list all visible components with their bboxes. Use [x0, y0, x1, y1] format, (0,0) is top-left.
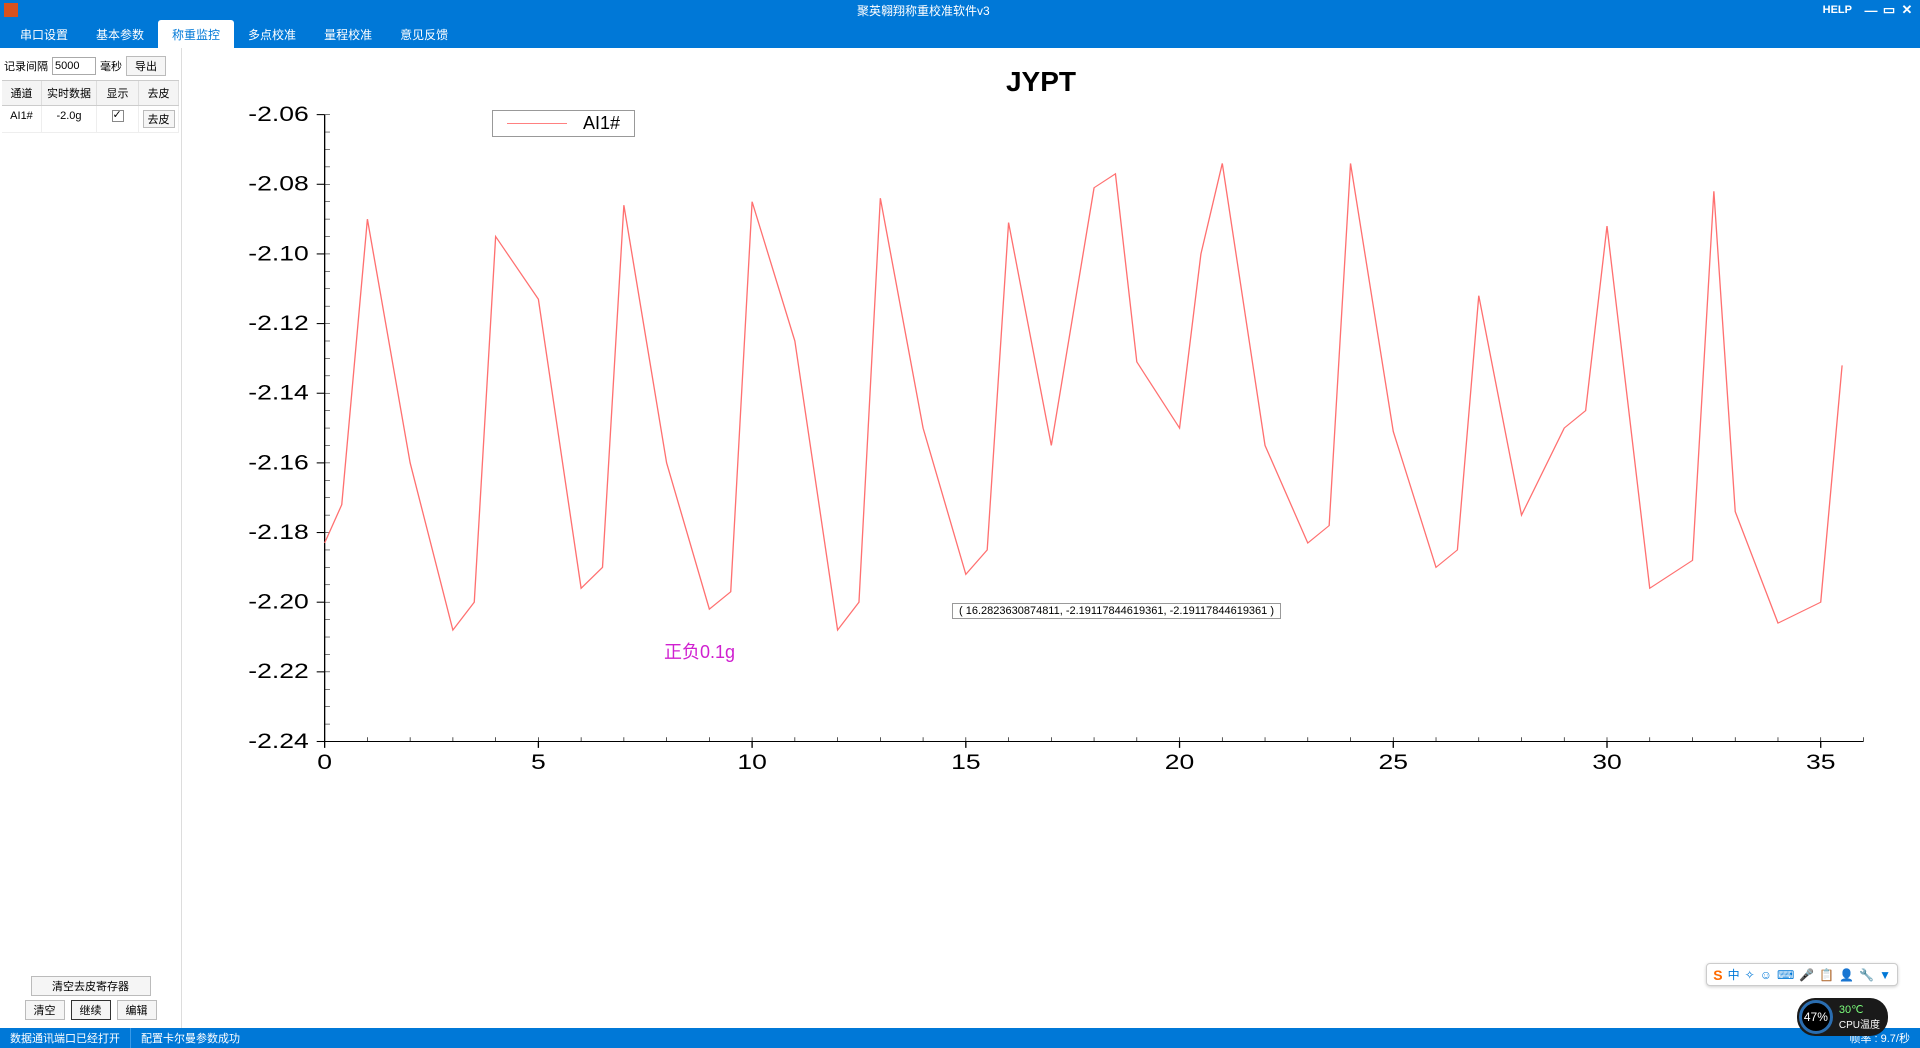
ime-emoji-icon[interactable]: ☺: [1760, 968, 1772, 982]
status-port: 数据通讯端口已经打开: [0, 1030, 130, 1046]
svg-text:-2.14: -2.14: [248, 381, 308, 405]
legend-line-icon: [507, 123, 567, 124]
main-tabs: 串口设置 基本参数 称重监控 多点校准 量程校准 意见反馈: [0, 20, 1920, 48]
svg-text:30: 30: [1592, 751, 1621, 775]
svg-text:0: 0: [317, 751, 332, 775]
svg-text:-2.18: -2.18: [248, 520, 308, 544]
tab-multipoint[interactable]: 多点校准: [234, 20, 310, 48]
line-chart[interactable]: -2.06 -2.08 -2.10 -2.12 -2.14 -2.16 -2.18 -2.20…: [192, 104, 1890, 784]
svg-text:-2.24: -2.24: [248, 729, 308, 753]
system-gauge[interactable]: 47% 30℃ CPU温度: [1797, 998, 1888, 1036]
svg-text:-2.22: -2.22: [248, 660, 308, 684]
svg-text:-2.06: -2.06: [248, 104, 308, 126]
interval-label: 记录间隔: [4, 58, 48, 74]
legend-label: AI1#: [583, 113, 620, 134]
maximize-button[interactable]: ▭: [1880, 2, 1898, 18]
cell-value: -2.0g: [42, 106, 97, 132]
ime-lang[interactable]: 中: [1728, 966, 1740, 983]
tab-range[interactable]: 量程校准: [310, 20, 386, 48]
ime-clipboard-icon[interactable]: 📋: [1819, 968, 1834, 982]
header-value: 实时数据: [42, 81, 97, 105]
clear-button[interactable]: 清空: [25, 1000, 65, 1020]
interval-unit: 毫秒: [100, 58, 122, 74]
svg-text:10: 10: [737, 751, 766, 775]
svg-text:25: 25: [1379, 751, 1408, 775]
close-button[interactable]: ✕: [1898, 2, 1916, 18]
svg-text:-2.10: -2.10: [248, 242, 308, 266]
table-row: AI1# -2.0g 去皮: [2, 106, 179, 133]
svg-text:15: 15: [951, 751, 980, 775]
interval-input[interactable]: [52, 57, 96, 75]
gauge-percent: 47%: [1799, 1000, 1833, 1034]
tab-serial[interactable]: 串口设置: [6, 20, 82, 48]
chart-title: JYPT: [192, 66, 1890, 98]
display-checkbox[interactable]: [112, 110, 124, 122]
statusbar: 数据通讯端口已经打开 配置卡尔曼参数成功 帧率 : 9.7/秒: [0, 1028, 1920, 1048]
left-panel: 记录间隔 毫秒 导出 通道 实时数据 显示 去皮 AI1# -2.0g 去皮 清…: [0, 48, 182, 1028]
cell-channel: AI1#: [2, 106, 42, 132]
status-config: 配置卡尔曼参数成功: [131, 1030, 250, 1046]
continue-button[interactable]: 继续: [71, 1000, 111, 1020]
svg-text:35: 35: [1806, 751, 1835, 775]
data-grid-header: 通道 实时数据 显示 去皮: [2, 80, 179, 106]
edit-button[interactable]: 编辑: [117, 1000, 157, 1020]
ime-keyboard-icon[interactable]: ⌨: [1777, 968, 1794, 982]
window-title: 聚英翱翔称重校准软件v3: [24, 2, 1823, 19]
svg-text:-2.20: -2.20: [248, 590, 308, 614]
svg-text:-2.08: -2.08: [248, 172, 308, 196]
header-display: 显示: [97, 81, 139, 105]
gauge-temp: 30℃: [1839, 1003, 1880, 1016]
ime-toolbar[interactable]: S 中 ✧ ☺ ⌨ 🎤 📋 👤 🔧 ▼: [1706, 963, 1898, 986]
titlebar: 聚英翱翔称重校准软件v3 HELP — ▭ ✕: [0, 0, 1920, 20]
app-icon: [4, 3, 18, 17]
svg-text:-2.12: -2.12: [248, 311, 308, 335]
gauge-label: CPU温度: [1839, 1016, 1880, 1031]
ime-user-icon[interactable]: 👤: [1839, 968, 1854, 982]
export-button[interactable]: 导出: [126, 56, 166, 76]
workarea: 记录间隔 毫秒 导出 通道 实时数据 显示 去皮 AI1# -2.0g 去皮 清…: [0, 48, 1920, 1028]
left-bottom-buttons: 清空去皮寄存器 清空 继续 编辑: [2, 972, 179, 1024]
cell-display: [97, 106, 139, 132]
tab-feedback[interactable]: 意见反馈: [386, 20, 462, 48]
svg-text:20: 20: [1165, 751, 1194, 775]
chart-tooltip: ( 16.2823630874811, -2.19117844619361, -…: [952, 603, 1281, 619]
ime-tools-icon[interactable]: 🔧: [1859, 968, 1874, 982]
clear-tare-button[interactable]: 清空去皮寄存器: [31, 976, 151, 996]
chart-annotation: 正负0.1g: [664, 638, 735, 664]
tab-basic[interactable]: 基本参数: [82, 20, 158, 48]
header-channel: 通道: [2, 81, 42, 105]
gauge-text: 30℃ CPU温度: [1839, 1003, 1880, 1031]
ime-dropdown-icon[interactable]: ▼: [1879, 968, 1891, 982]
header-tare: 去皮: [139, 81, 179, 105]
svg-text:5: 5: [531, 751, 546, 775]
ime-voice-icon[interactable]: 🎤: [1799, 968, 1814, 982]
interval-row: 记录间隔 毫秒 导出: [2, 52, 179, 80]
chart-legend: AI1#: [492, 110, 635, 137]
cell-tare: 去皮: [139, 106, 179, 132]
tab-monitor[interactable]: 称重监控: [158, 20, 234, 48]
chart-panel: JYPT AI1# -2.06 -2.08 -2.10 -2.12 -2.14 -2.16…: [182, 48, 1920, 1028]
ime-punct-icon[interactable]: ✧: [1745, 968, 1755, 982]
minimize-button[interactable]: —: [1862, 3, 1880, 18]
tare-button[interactable]: 去皮: [143, 110, 175, 128]
ime-logo-icon: S: [1713, 967, 1722, 983]
svg-text:-2.16: -2.16: [248, 451, 308, 475]
help-link[interactable]: HELP: [1823, 4, 1852, 16]
